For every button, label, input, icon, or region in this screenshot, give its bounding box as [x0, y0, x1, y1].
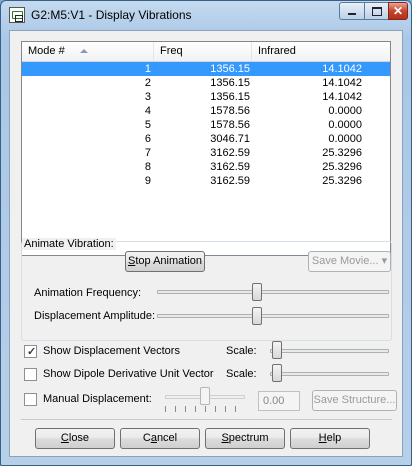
- manual-displacement-value-field[interactable]: 0.00: [258, 391, 300, 411]
- cancel-button[interactable]: Cancel: [120, 428, 200, 449]
- scale-vectors-slider[interactable]: [272, 341, 282, 359]
- table-row[interactable]: 3 1356.15 14.1042: [22, 90, 390, 104]
- table-row[interactable]: 8 3162.59 25.3296: [22, 160, 390, 174]
- close-mnemonic: C: [60, 432, 69, 444]
- stop-animation-button[interactable]: Stop Animation: [125, 251, 205, 272]
- spectrum-button[interactable]: Spectrum: [205, 428, 285, 449]
- cell-freq: 3162.59: [210, 175, 250, 187]
- sort-ascending-icon: [80, 49, 88, 53]
- cell-ir: 0.0000: [328, 133, 362, 145]
- cancel-label-start: C: [142, 432, 151, 444]
- cell-ir: 25.3296: [322, 147, 362, 159]
- save-movie-label: Save Movie...: [311, 255, 379, 267]
- show-displacement-vectors-checkbox[interactable]: ✓: [24, 345, 37, 358]
- manual-displacement-checkbox[interactable]: [24, 393, 37, 406]
- cell-mode: 2: [144, 77, 151, 89]
- displacement-amplitude-track: [157, 314, 389, 318]
- help-mnemonic: H: [318, 432, 327, 444]
- close-button[interactable]: Close: [35, 428, 115, 449]
- table-row[interactable]: 6 3046.71 0.0000: [22, 132, 390, 146]
- cell-mode: 6: [144, 133, 151, 145]
- maximize-icon: [371, 6, 382, 16]
- table-row[interactable]: 9 3162.59 25.3296: [22, 174, 390, 188]
- animation-frequency-label: Animation Frequency:: [34, 287, 141, 299]
- cell-mode: 1: [144, 63, 151, 75]
- table-row[interactable]: 5 1578.56 0.0000: [22, 118, 390, 132]
- save-movie-button[interactable]: Save Movie... ▾: [308, 251, 391, 272]
- spectrum-mnemonic: S: [221, 432, 229, 444]
- dropdown-arrow-icon: ▾: [381, 255, 388, 267]
- table-row[interactable]: 7 3162.59 25.3296: [22, 146, 390, 160]
- cell-ir: 25.3296: [322, 161, 362, 173]
- cell-mode: 5: [144, 119, 151, 131]
- column-header-freq[interactable]: Freq: [154, 42, 252, 61]
- title-bar[interactable]: G2:M5:V1 - Display Vibrations ✕: [1, 1, 411, 29]
- list-header: Mode # Freq Infrared: [22, 42, 390, 62]
- close-window-button[interactable]: ✕: [388, 2, 408, 20]
- minimize-button[interactable]: [339, 2, 365, 20]
- column-header-infrared[interactable]: Infrared: [252, 42, 390, 61]
- cell-freq: 1578.56: [210, 119, 250, 131]
- column-header-mode-label: Mode #: [28, 45, 65, 57]
- cell-freq: 3162.59: [210, 161, 250, 173]
- scale-vectors-track: [270, 349, 389, 353]
- scale-dipole-track: [270, 372, 389, 376]
- cell-freq: 3046.71: [210, 133, 250, 145]
- checkmark-icon: ✓: [27, 346, 37, 358]
- show-dipole-derivative-checkbox[interactable]: [24, 368, 37, 381]
- column-header-mode[interactable]: Mode #: [22, 42, 154, 61]
- displacement-amplitude-label: Displacement Amplitude:: [34, 310, 156, 322]
- table-row[interactable]: 1 1356.15 14.1042: [22, 62, 390, 76]
- manual-displacement-slider[interactable]: [200, 387, 210, 405]
- cell-freq: 3162.59: [210, 147, 250, 159]
- scale-label-dipole: Scale:: [226, 368, 257, 380]
- table-row[interactable]: 4 1578.56 0.0000: [22, 104, 390, 118]
- help-button[interactable]: Help: [290, 428, 370, 449]
- cell-ir: 25.3296: [322, 175, 362, 187]
- show-dipole-derivative-label: Show Dipole Derivative Unit Vector: [43, 368, 214, 380]
- cancel-label-end: ncel: [156, 432, 178, 444]
- cell-freq: 1356.15: [210, 91, 250, 103]
- scale-label-vectors: Scale:: [226, 345, 257, 357]
- cell-mode: 3: [144, 91, 151, 103]
- window-title: G2:M5:V1 - Display Vibrations: [31, 8, 192, 22]
- cell-mode: 4: [144, 105, 151, 117]
- animation-frequency-slider[interactable]: [252, 283, 262, 301]
- close-label: lose: [68, 432, 90, 444]
- cell-ir: 14.1042: [322, 63, 362, 75]
- animation-frequency-track: [157, 290, 389, 294]
- display-vibrations-window: G2:M5:V1 - Display Vibrations ✕ Mode # F…: [0, 0, 412, 466]
- cell-ir: 0.0000: [328, 105, 362, 117]
- animate-vibration-label: Animate Vibration:: [22, 238, 116, 250]
- cell-freq: 1356.15: [210, 63, 250, 75]
- manual-displacement-ticks: [165, 406, 245, 412]
- maximize-button[interactable]: [364, 2, 389, 20]
- close-icon: ✕: [392, 4, 404, 18]
- cell-ir: 14.1042: [322, 91, 362, 103]
- save-structure-button[interactable]: Save Structure...: [312, 390, 397, 411]
- stop-animation-label: top Animation: [135, 255, 202, 267]
- cell-mode: 7: [144, 147, 151, 159]
- cell-freq: 1578.56: [210, 105, 250, 117]
- manual-displacement-label: Manual Displacement:: [43, 393, 152, 405]
- show-displacement-vectors-label: Show Displacement Vectors: [43, 345, 180, 357]
- app-icon: [9, 7, 25, 23]
- cell-freq: 1356.15: [210, 77, 250, 89]
- displacement-amplitude-slider[interactable]: [252, 307, 262, 325]
- cell-ir: 0.0000: [328, 119, 362, 131]
- spectrum-label: pectrum: [228, 432, 269, 444]
- cell-mode: 9: [144, 175, 151, 187]
- vibration-mode-list[interactable]: Mode # Freq Infrared 1 1356.15 14.1042 2 135…: [21, 41, 391, 256]
- separator: [21, 419, 392, 420]
- scale-dipole-slider[interactable]: [272, 364, 282, 382]
- help-label: elp: [326, 432, 342, 444]
- cell-ir: 14.1042: [322, 77, 362, 89]
- table-row[interactable]: 2 1356.15 14.1042: [22, 76, 390, 90]
- dialog-body: Mode # Freq Infrared 1 1356.15 14.1042 2 135…: [9, 30, 403, 457]
- cell-mode: 8: [144, 161, 151, 173]
- minimize-icon: [348, 13, 356, 15]
